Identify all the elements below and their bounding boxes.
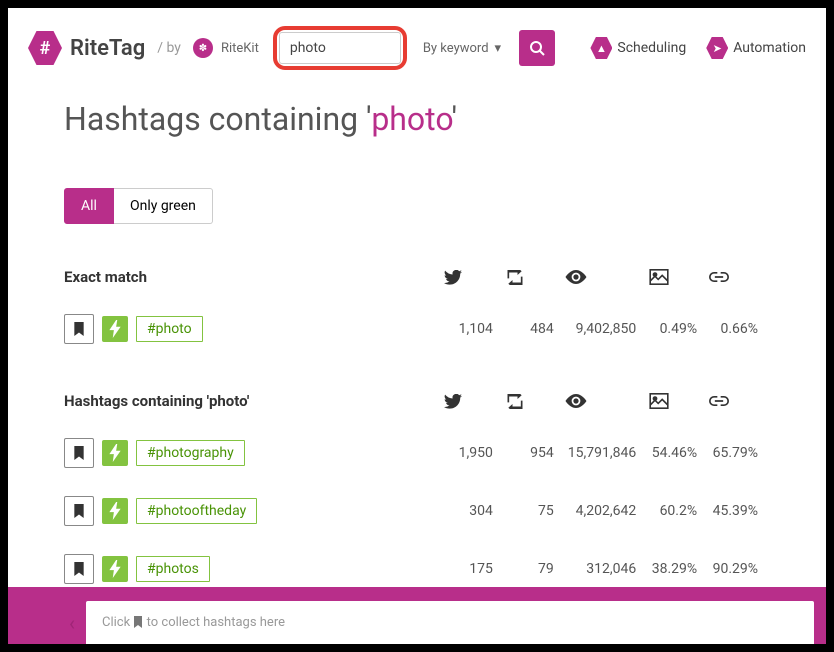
page-title: Hashtags containing 'photo' xyxy=(8,88,826,168)
search-highlight xyxy=(273,26,407,70)
retweets-value: 484 xyxy=(505,321,566,337)
hashtag-link[interactable]: #photo xyxy=(136,316,203,342)
section-title: Exact match xyxy=(64,268,444,286)
bolt-badge xyxy=(102,316,128,342)
views-header-icon xyxy=(565,394,648,408)
images-value: 0.49% xyxy=(648,321,709,337)
retweets-value: 79 xyxy=(505,561,566,577)
bolt-badge xyxy=(102,556,128,582)
retweets-header-icon xyxy=(505,394,566,409)
logo-icon: # xyxy=(28,31,62,65)
views-value: 4,202,642 xyxy=(566,503,648,519)
views-value: 9,402,850 xyxy=(566,321,648,337)
tweets-header-icon xyxy=(444,270,505,285)
rocket-icon: ➤ xyxy=(706,37,728,59)
links-value: 0.66% xyxy=(709,321,770,337)
links-value: 90.29% xyxy=(709,561,770,577)
images-header-icon xyxy=(649,269,710,285)
ritekit-icon: ✽ xyxy=(193,38,213,58)
views-value: 15,791,846 xyxy=(566,445,648,461)
views-value: 312,046 xyxy=(566,561,648,577)
retweets-header-icon xyxy=(505,270,566,285)
bolt-badge xyxy=(102,440,128,466)
views-header-icon xyxy=(565,270,648,284)
by-text: / by xyxy=(157,40,181,56)
brand-name: RiteTag xyxy=(70,36,145,61)
chevron-down-icon: ▾ xyxy=(495,41,502,56)
links-header-icon xyxy=(709,269,770,285)
retweets-value: 954 xyxy=(505,445,566,461)
ritekit-label: RiteKit xyxy=(221,41,259,56)
nav-scheduling[interactable]: ▲Scheduling xyxy=(590,37,686,59)
search-input[interactable] xyxy=(279,32,401,64)
hashtag-row: #photography 1,950 954 15,791,846 54.46%… xyxy=(64,424,770,482)
hashtag-row: #photooftheday 304 75 4,202,642 60.2% 45… xyxy=(64,482,770,540)
bookmark-button[interactable] xyxy=(64,554,94,584)
collect-hint: Click to collect hashtags here xyxy=(86,601,814,644)
retweets-value: 75 xyxy=(505,503,566,519)
nav-automation[interactable]: ➤Automation xyxy=(706,37,806,59)
tweets-value: 1,950 xyxy=(444,445,505,461)
chevron-left-icon[interactable]: ‹ xyxy=(58,601,86,644)
filter-all[interactable]: All xyxy=(64,188,114,224)
hashtag-link[interactable]: #photography xyxy=(136,440,245,466)
bookmark-icon xyxy=(133,616,143,628)
hashtag-link[interactable]: #photooftheday xyxy=(136,498,257,524)
images-value: 38.29% xyxy=(648,561,709,577)
hashtag-link[interactable]: #photos xyxy=(136,556,210,582)
links-value: 65.79% xyxy=(709,445,770,461)
bookmark-button[interactable] xyxy=(64,496,94,526)
bookmark-button[interactable] xyxy=(64,438,94,468)
images-header-icon xyxy=(649,393,710,409)
bookmark-button[interactable] xyxy=(64,314,94,344)
images-value: 60.2% xyxy=(648,503,709,519)
search-button[interactable] xyxy=(519,30,555,66)
links-value: 45.39% xyxy=(709,503,770,519)
bolt-badge xyxy=(102,498,128,524)
search-icon xyxy=(529,40,545,56)
hashtag-row: #photo 1,104 484 9,402,850 0.49% 0.66% xyxy=(64,300,770,358)
tweets-value: 1,104 xyxy=(444,321,505,337)
tweets-value: 175 xyxy=(444,561,505,577)
images-value: 54.46% xyxy=(648,445,709,461)
collect-bar: ‹ Click to collect hashtags here xyxy=(8,587,826,644)
links-header-icon xyxy=(709,393,770,409)
section-title: Hashtags containing 'photo' xyxy=(64,392,444,410)
search-mode-dropdown[interactable]: By keyword▾ xyxy=(423,41,501,56)
flame-icon: ▲ xyxy=(590,37,612,59)
filter-only-green[interactable]: Only green xyxy=(114,188,213,224)
tweets-header-icon xyxy=(444,394,505,409)
tweets-value: 304 xyxy=(444,503,505,519)
